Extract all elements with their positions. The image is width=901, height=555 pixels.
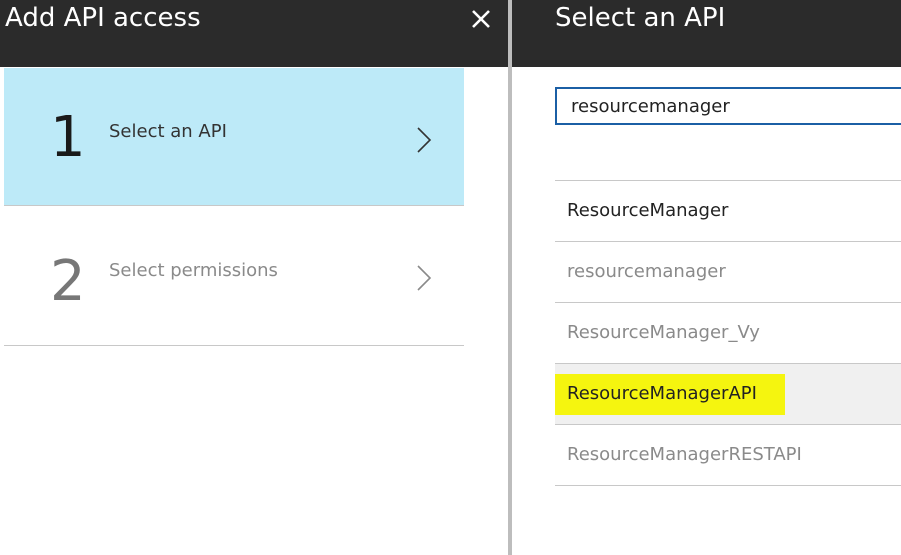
- list-item-label: ResourceManager_Vy: [567, 322, 760, 343]
- step-label: Select an API: [109, 121, 227, 142]
- step-number: 2: [50, 249, 86, 314]
- api-results-list: ResourceManager resourcemanager Resource…: [555, 180, 901, 486]
- blade-header: Select an API: [512, 0, 901, 67]
- list-item[interactable]: ResourceManagerAPI: [555, 364, 901, 425]
- chevron-right-icon: [417, 127, 432, 153]
- list-item[interactable]: ResourceManagerRESTAPI: [555, 425, 901, 486]
- blade-header: Add API access: [0, 0, 508, 67]
- chevron-right-icon: [417, 265, 432, 291]
- step-label: Select permissions: [109, 260, 278, 281]
- select-an-api-blade: Select an API ResourceManager resourcema…: [512, 0, 901, 555]
- close-icon: [472, 10, 490, 28]
- search-input[interactable]: [555, 87, 901, 125]
- step-select-api[interactable]: 1 Select an API: [4, 68, 464, 206]
- list-item[interactable]: ResourceManager: [555, 181, 901, 242]
- step-number: 1: [50, 105, 86, 170]
- blade-title: Select an API: [555, 3, 726, 33]
- list-item-label: ResourceManager: [567, 200, 729, 221]
- step-select-permissions[interactable]: 2 Select permissions: [4, 208, 464, 346]
- list-item-label: ResourceManagerAPI: [567, 383, 757, 404]
- blade-title: Add API access: [5, 3, 201, 33]
- list-item[interactable]: resourcemanager: [555, 242, 901, 303]
- list-item-label: resourcemanager: [567, 261, 726, 282]
- add-api-access-blade: Add API access 1 Select an API 2 Select …: [0, 0, 508, 555]
- list-item[interactable]: ResourceManager_Vy: [555, 303, 901, 364]
- close-button[interactable]: [464, 2, 498, 36]
- page: Add API access 1 Select an API 2 Select …: [0, 0, 901, 555]
- list-item-label: ResourceManagerRESTAPI: [567, 444, 802, 465]
